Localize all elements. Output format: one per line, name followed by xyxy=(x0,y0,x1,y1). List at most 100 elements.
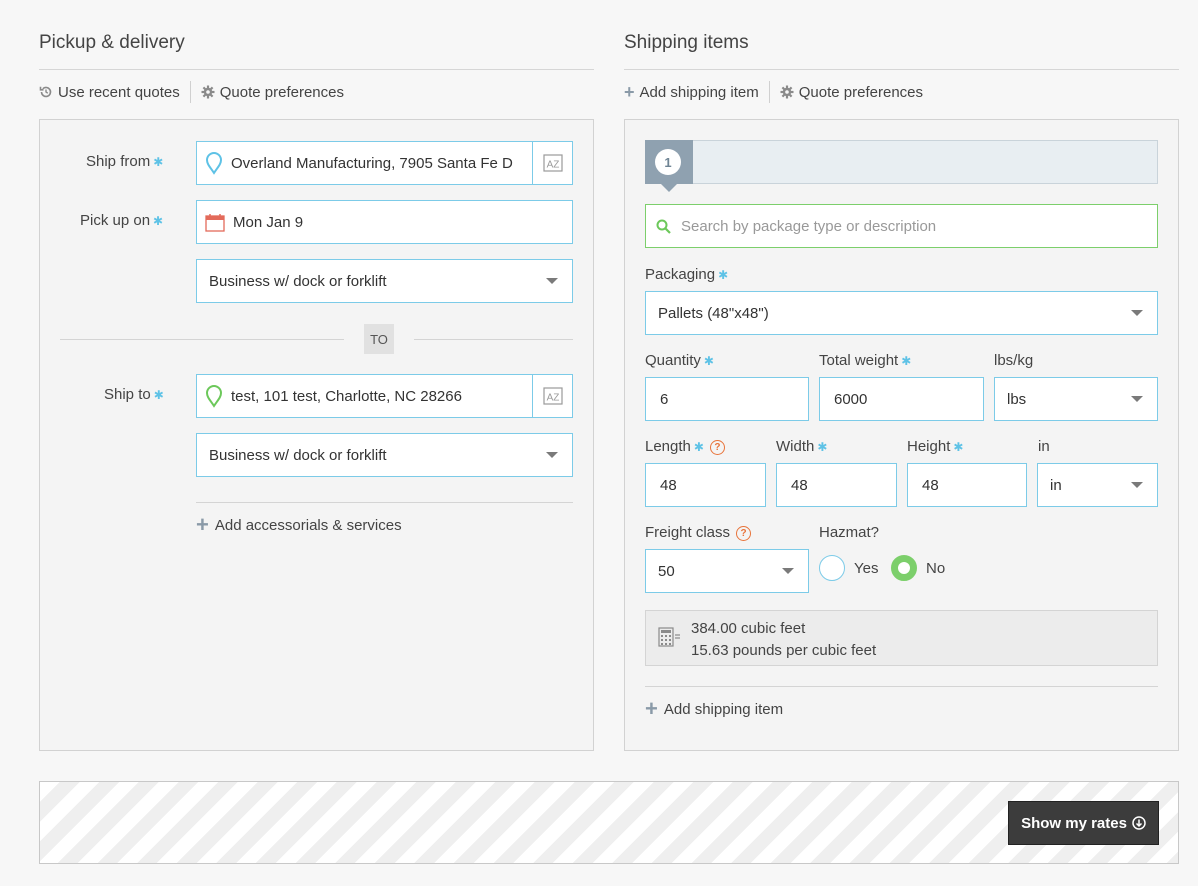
help-icon[interactable]: ? xyxy=(709,439,725,455)
gear-icon xyxy=(780,85,794,99)
width-input[interactable]: 48 xyxy=(776,463,897,507)
quantity-value: 6 xyxy=(660,390,669,408)
accessorials-divider xyxy=(196,502,573,503)
quote-preferences-button[interactable]: Quote preferences xyxy=(780,84,923,101)
length-label: Length ✱? xyxy=(645,438,725,455)
add-shipping-item-bottom-button[interactable]: + Add shipping item xyxy=(645,698,783,720)
quote-preferences-label: Quote preferences xyxy=(219,83,344,101)
plus-icon: + xyxy=(645,696,658,721)
chevron-down-icon xyxy=(1131,482,1143,488)
required-asterisk: ✱ xyxy=(693,440,704,454)
volume-summary: 384.00 cubic feet 15.63 pounds per cubic… xyxy=(645,610,1158,666)
item-number-tab: 1 xyxy=(645,140,693,192)
search-icon xyxy=(656,219,671,234)
address-book-button[interactable]: AZ xyxy=(532,142,572,184)
location-pin-icon xyxy=(205,151,223,175)
gear-icon xyxy=(201,85,215,99)
svg-text:AZ: AZ xyxy=(546,393,559,404)
add-accessorials-label: Add accessorials & services xyxy=(214,516,402,534)
ship-to-value: test, 101 test, Charlotte, NC 28266 xyxy=(231,387,462,405)
pickup-location-type-select[interactable]: Business w/ dock or forklift xyxy=(196,259,573,303)
width-label: Width ✱ xyxy=(776,438,828,455)
plus-icon: + xyxy=(624,82,635,102)
required-asterisk: ✱ xyxy=(718,268,729,282)
dimension-unit-value: in xyxy=(1050,476,1062,494)
add-shipping-item-button[interactable]: + Add shipping item xyxy=(624,83,759,101)
required-asterisk: ✱ xyxy=(153,214,164,228)
required-asterisk: ✱ xyxy=(901,354,912,368)
width-value: 48 xyxy=(791,476,808,494)
ship-to-input[interactable]: test, 101 test, Charlotte, NC 28266 AZ xyxy=(196,374,573,418)
total-weight-input[interactable]: 6000 xyxy=(819,377,984,421)
packaging-label: Packaging ✱ xyxy=(645,266,729,283)
hazmat-no-radio[interactable] xyxy=(891,555,917,581)
divider-right xyxy=(414,339,573,340)
calculator-icon xyxy=(658,627,682,647)
freight-class-select[interactable]: 50 xyxy=(645,549,809,593)
toolbar-separator xyxy=(768,81,770,103)
delivery-location-type-select[interactable]: Business w/ dock or forklift xyxy=(196,433,573,477)
weight-unit-label: lbs/kg xyxy=(994,352,1034,369)
address-book-button[interactable]: AZ xyxy=(532,375,572,417)
add-shipping-item-bottom-label: Add shipping item xyxy=(663,700,784,718)
add-accessorials-button[interactable]: + Add accessorials & services xyxy=(196,514,402,536)
height-label: Height ✱ xyxy=(907,438,964,455)
hazmat-yes-radio[interactable] xyxy=(819,555,845,581)
toolbar-separator xyxy=(189,81,191,103)
pickup-delivery-title: Pickup & delivery xyxy=(39,32,185,53)
length-value: 48 xyxy=(660,476,677,494)
hazmat-label: Hazmat? xyxy=(819,524,880,541)
show-my-rates-button[interactable]: Show my rates xyxy=(1008,801,1159,845)
add-item-divider xyxy=(645,686,1158,687)
item-number: 1 xyxy=(655,149,681,175)
calendar-icon xyxy=(205,213,225,232)
height-input[interactable]: 48 xyxy=(907,463,1027,507)
show-my-rates-label: Show my rates xyxy=(1021,814,1127,832)
title-divider xyxy=(624,69,1179,70)
weight-unit-value: lbs xyxy=(1007,390,1027,408)
use-recent-quotes-button[interactable]: Use recent quotes xyxy=(39,84,180,101)
quote-preferences-button[interactable]: Quote preferences xyxy=(201,84,344,101)
help-icon[interactable]: ? xyxy=(736,525,752,541)
density-text: 15.63 pounds per cubic feet xyxy=(691,642,877,659)
quantity-label: Quantity ✱ xyxy=(645,352,714,369)
arrow-circle-down-icon xyxy=(1132,816,1146,830)
required-asterisk: ✱ xyxy=(153,155,164,169)
total-weight-label: Total weight ✱ xyxy=(819,352,912,369)
address-book-icon: AZ xyxy=(542,387,563,405)
pickup-location-type-value: Business w/ dock or forklift xyxy=(209,272,387,290)
required-asterisk: ✱ xyxy=(703,354,714,368)
packaging-select[interactable]: Pallets (48"x48") xyxy=(645,291,1158,335)
ship-from-input[interactable]: Overland Manufacturing, 7905 Santa Fe D … xyxy=(196,141,573,185)
weight-unit-select[interactable]: lbs xyxy=(994,377,1158,421)
use-recent-quotes-label: Use recent quotes xyxy=(58,83,180,101)
package-search-input[interactable]: Search by package type or description xyxy=(645,204,1158,248)
pickup-date-input[interactable]: Mon Jan 9 xyxy=(196,200,573,244)
package-search-placeholder: Search by package type or description xyxy=(681,217,937,235)
total-weight-value: 6000 xyxy=(834,390,868,408)
hazmat-yes-label: Yes xyxy=(854,559,879,577)
hazmat-yes-option[interactable]: Yes xyxy=(819,555,878,581)
ship-to-label: Ship to ✱ xyxy=(104,386,164,403)
dimension-unit-label: in xyxy=(1038,438,1050,455)
svg-text:AZ: AZ xyxy=(546,160,559,171)
quote-preferences-label: Quote preferences xyxy=(798,83,924,101)
hazmat-no-label: No xyxy=(926,559,946,577)
shipping-item-header[interactable]: 1 xyxy=(645,140,1158,192)
items-toolbar: + Add shipping item Quote preferences xyxy=(624,81,923,103)
chevron-down-icon xyxy=(1131,396,1143,402)
delivery-location-type-value: Business w/ dock or forklift xyxy=(209,446,387,464)
shipping-items-title: Shipping items xyxy=(624,32,749,53)
dimension-unit-select[interactable]: in xyxy=(1037,463,1158,507)
chevron-down-icon xyxy=(546,278,558,284)
to-badge: TO xyxy=(364,324,394,354)
history-icon xyxy=(39,85,53,99)
plus-icon: + xyxy=(196,512,209,537)
chevron-down-icon xyxy=(546,452,558,458)
hazmat-no-option[interactable]: No xyxy=(891,555,945,581)
pickup-date-label: Pick up on ✱ xyxy=(80,212,164,229)
length-input[interactable]: 48 xyxy=(645,463,766,507)
chevron-down-icon xyxy=(1131,310,1143,316)
quantity-input[interactable]: 6 xyxy=(645,377,809,421)
location-pin-icon xyxy=(205,384,223,408)
